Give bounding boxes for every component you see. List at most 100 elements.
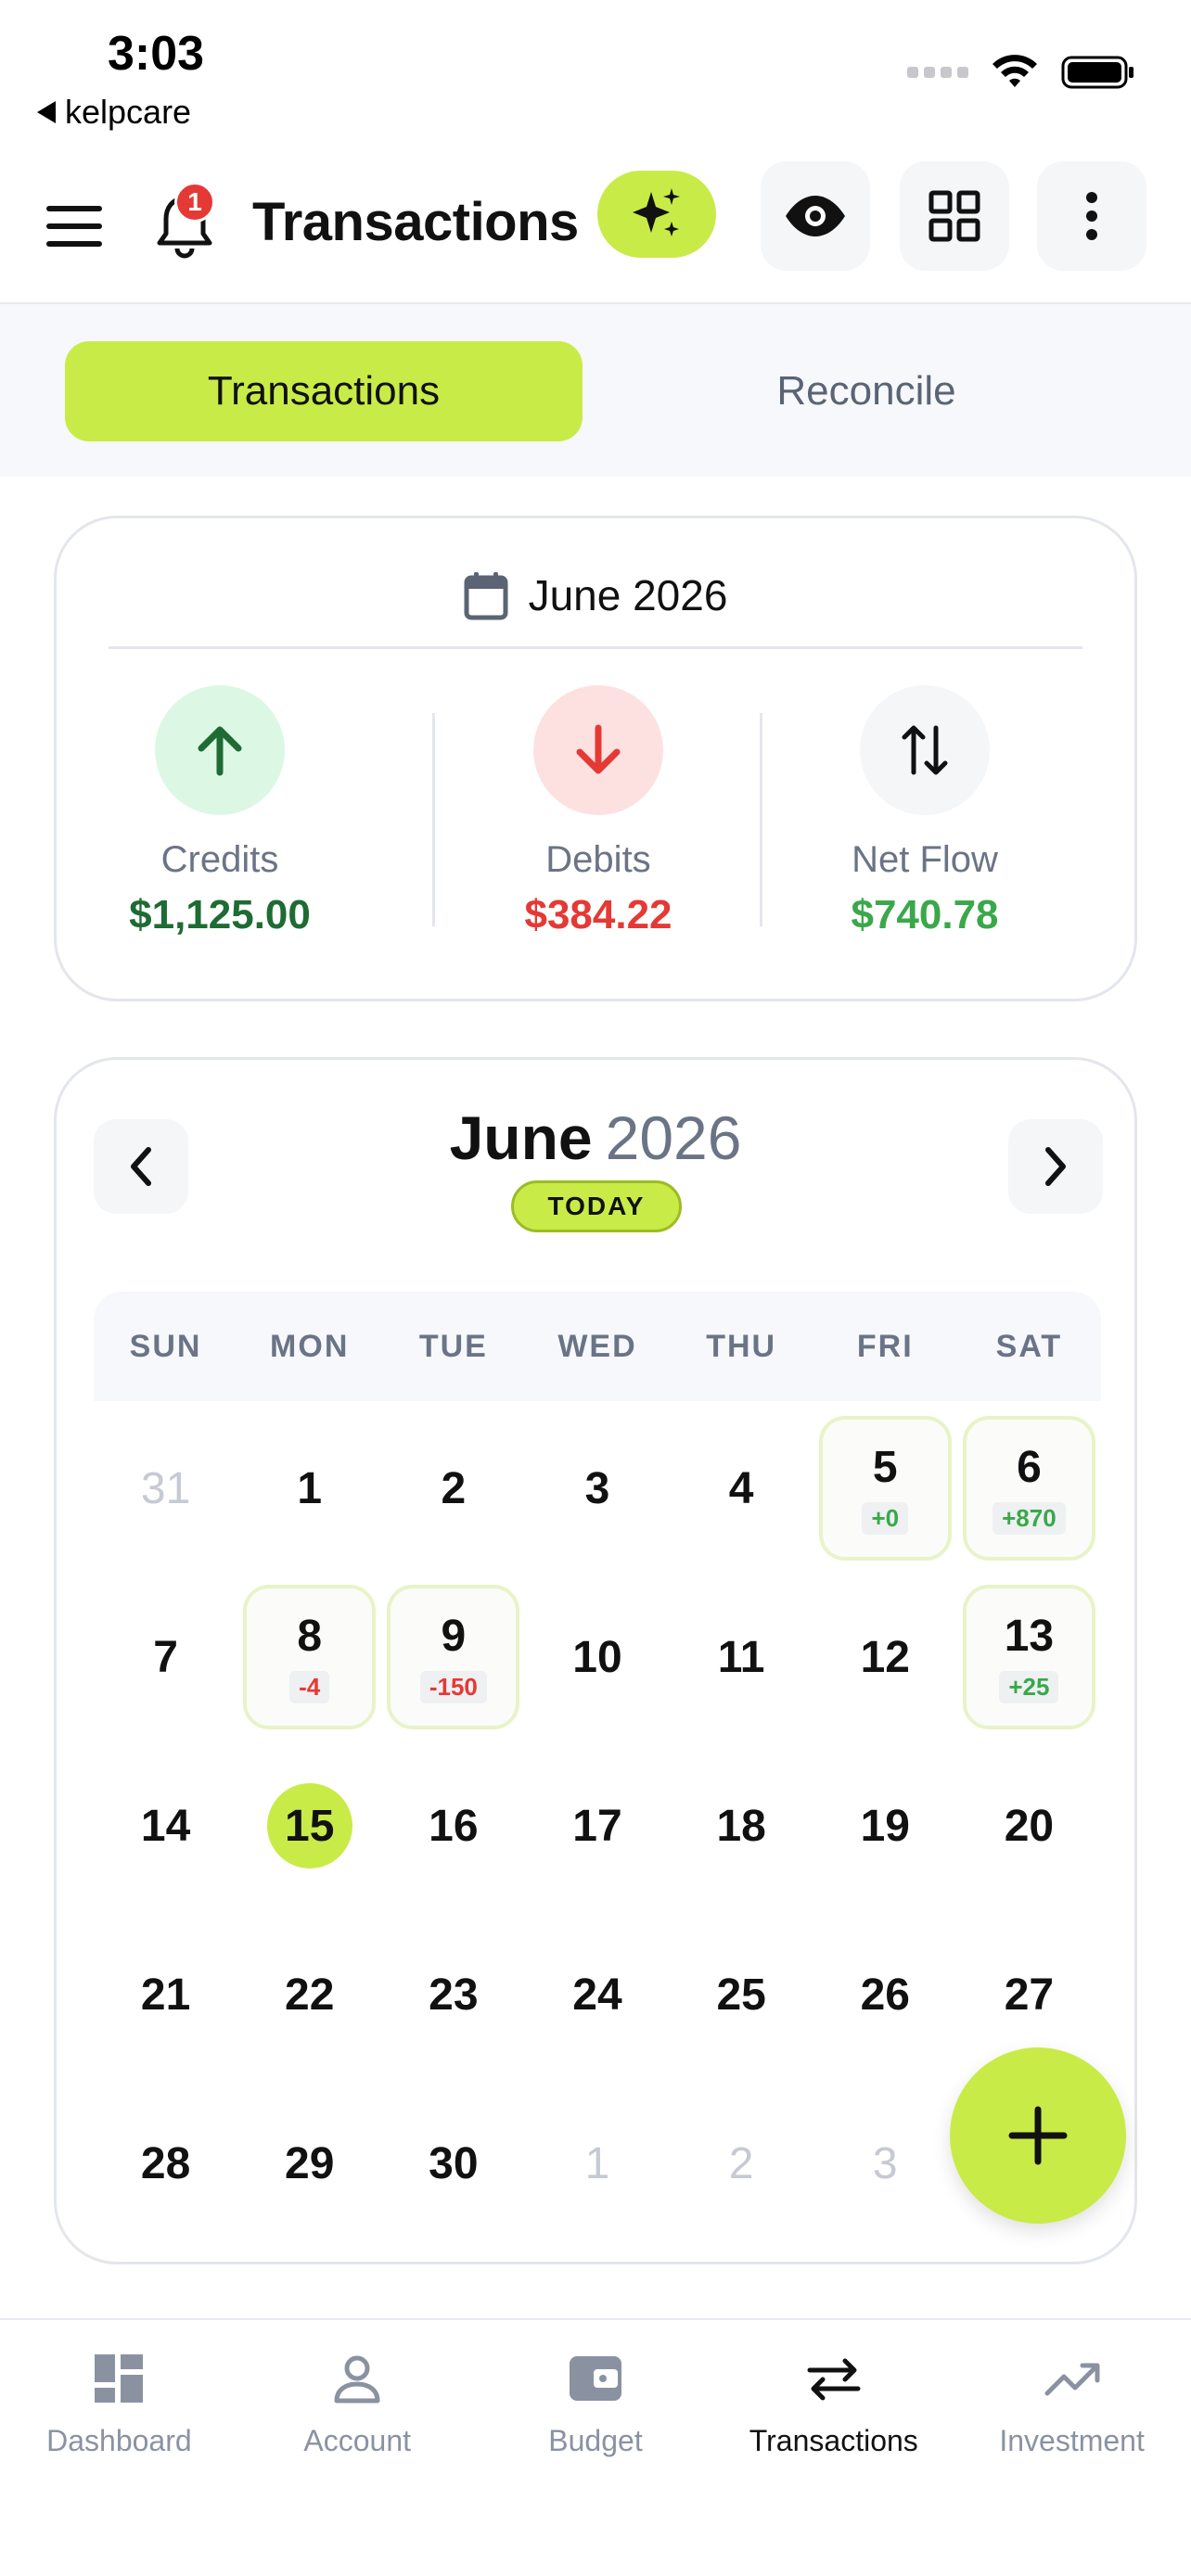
wallet-icon — [569, 2356, 621, 2401]
calendar-day[interactable]: 2 — [381, 1405, 525, 1572]
weekday-label: SUN — [129, 1328, 202, 1364]
day-net-amount: +870 — [992, 1502, 1066, 1535]
trending-up-icon — [1044, 2363, 1100, 2396]
calendar-icon — [464, 572, 508, 620]
calendar-day-today[interactable]: 15 — [237, 1742, 381, 1909]
nav-transactions[interactable]: Transactions — [714, 2320, 953, 2576]
person-icon — [334, 2355, 380, 2404]
next-month-button[interactable] — [1008, 1119, 1103, 1214]
calendar-day[interactable]: 7 — [94, 1574, 237, 1741]
menu-button[interactable] — [45, 197, 104, 256]
nav-account[interactable]: Account — [238, 2320, 477, 2576]
calendar-day[interactable]: 24 — [525, 1911, 669, 2078]
nav-transactions-label: Transactions — [749, 2424, 918, 2457]
day-number: 6 — [1017, 1443, 1042, 1492]
debits-value: $384.22 — [524, 892, 672, 937]
calendar-day[interactable]: 18 — [670, 1742, 813, 1909]
day-number: 13 — [1004, 1612, 1055, 1661]
tab-transactions[interactable]: Transactions — [65, 341, 583, 441]
day-number: 23 — [429, 1970, 479, 2020]
grid-view-button[interactable] — [900, 161, 1009, 271]
day-number: 4 — [728, 1463, 754, 1513]
more-options-button[interactable] — [1037, 161, 1146, 271]
calendar-day[interactable]: 25 — [670, 1911, 813, 2078]
day-number: 7 — [153, 1632, 178, 1682]
calendar-day[interactable]: 13 +25 — [957, 1574, 1101, 1741]
calendar-day[interactable]: 20 — [957, 1742, 1101, 1909]
dashboard-icon — [95, 2354, 144, 2403]
net-flow-summary: Net Flow $740.78 — [762, 685, 1088, 938]
day-number: 20 — [1004, 1801, 1055, 1851]
calendar-day[interactable]: 26 — [813, 1911, 957, 2078]
calendar-day[interactable]: 14 — [94, 1742, 237, 1909]
calendar-day[interactable]: 3 — [813, 2080, 957, 2247]
notification-badge: 1 — [174, 182, 215, 223]
day-number: 18 — [716, 1801, 766, 1851]
summary-month-selector[interactable]: June 2026 — [57, 570, 1134, 620]
status-indicators — [907, 54, 1135, 91]
calendar-day[interactable]: 4 — [670, 1405, 813, 1572]
day-number: 2 — [441, 1463, 467, 1513]
calendar-day[interactable]: 10 — [525, 1574, 669, 1741]
calendar-day[interactable]: 30 — [381, 2080, 525, 2247]
nav-investment[interactable]: Investment — [953, 2320, 1191, 2576]
day-number: 1 — [297, 1463, 323, 1513]
arrow-up-icon — [198, 726, 242, 776]
calendar-day[interactable]: 8 -4 — [237, 1574, 381, 1741]
ai-assistant-button[interactable] — [597, 171, 716, 258]
today-button[interactable]: TODAY — [511, 1180, 682, 1232]
net-flow-label: Net Flow — [852, 839, 998, 880]
nav-budget[interactable]: Budget — [477, 2320, 715, 2576]
debits-icon-circle — [533, 685, 663, 815]
calendar-day[interactable]: 16 — [381, 1742, 525, 1909]
add-transaction-button[interactable] — [950, 2047, 1126, 2224]
weekday-label: TUE — [418, 1328, 488, 1364]
calendar-day[interactable]: 17 — [525, 1742, 669, 1909]
day-number: 3 — [584, 1463, 610, 1513]
day-net-amount: +0 — [862, 1502, 909, 1535]
day-number: 21 — [140, 1970, 191, 2020]
day-number: 28 — [140, 2138, 191, 2188]
day-number: 9 — [441, 1612, 467, 1661]
status-time: 3:03 — [108, 27, 205, 81]
calendar-day[interactable]: 5 +0 — [813, 1405, 957, 1572]
weekday-label: WED — [557, 1328, 637, 1364]
calendar-day[interactable]: 1 — [525, 2080, 669, 2247]
calendar-day[interactable]: 28 — [94, 2080, 237, 2247]
nav-account-label: Account — [303, 2424, 411, 2457]
day-number: 3 — [872, 2138, 898, 2188]
calendar-week: 14 15 16 17 18 19 20 — [94, 1742, 1101, 1909]
calendar-day[interactable]: 29 — [237, 2080, 381, 2247]
toggle-visibility-button[interactable] — [761, 161, 870, 271]
bottom-navigation: Dashboard Account Budget Transactions In… — [0, 2318, 1191, 2576]
calendar-day[interactable]: 19 — [813, 1742, 957, 1909]
calendar-day[interactable]: 31 — [94, 1405, 237, 1572]
net-flow-value: $740.78 — [851, 892, 999, 937]
calendar-day[interactable]: 2 — [670, 2080, 813, 2247]
day-number: 31 — [140, 1463, 191, 1513]
calendar-day[interactable]: 11 — [670, 1574, 813, 1741]
sparkle-icon — [633, 188, 680, 236]
nav-investment-label: Investment — [999, 2424, 1145, 2457]
calendar-week: 7 8 -4 9 -150 10 11 12 13 +25 — [94, 1574, 1101, 1741]
calendar-day[interactable]: 22 — [237, 1911, 381, 2078]
back-app-label: kelpcare — [65, 93, 192, 131]
calendar-week: 28 29 30 1 2 3 — [94, 2080, 1101, 2247]
calendar-day[interactable]: 12 — [813, 1574, 957, 1741]
calendar-day[interactable]: 9 -150 — [381, 1574, 525, 1741]
calendar-day[interactable]: 1 — [237, 1405, 381, 1572]
nav-dashboard[interactable]: Dashboard — [0, 2320, 238, 2576]
tab-reconcile[interactable]: Reconcile — [608, 341, 1125, 441]
day-number: 22 — [285, 1970, 335, 2020]
day-number: 2 — [728, 2138, 754, 2188]
swap-vertical-icon — [902, 725, 948, 775]
day-number: 11 — [717, 1632, 765, 1682]
day-net-amount: -4 — [289, 1671, 330, 1703]
calendar-day[interactable]: 6 +870 — [957, 1405, 1101, 1572]
calendar-day[interactable]: 23 — [381, 1911, 525, 2078]
day-number: 15 — [266, 1783, 352, 1868]
calendar-day[interactable]: 3 — [525, 1405, 669, 1572]
calendar-year: 2026 — [605, 1103, 742, 1172]
calendar-day[interactable]: 21 — [94, 1911, 237, 2078]
back-to-app-link[interactable]: kelpcare — [37, 93, 191, 132]
